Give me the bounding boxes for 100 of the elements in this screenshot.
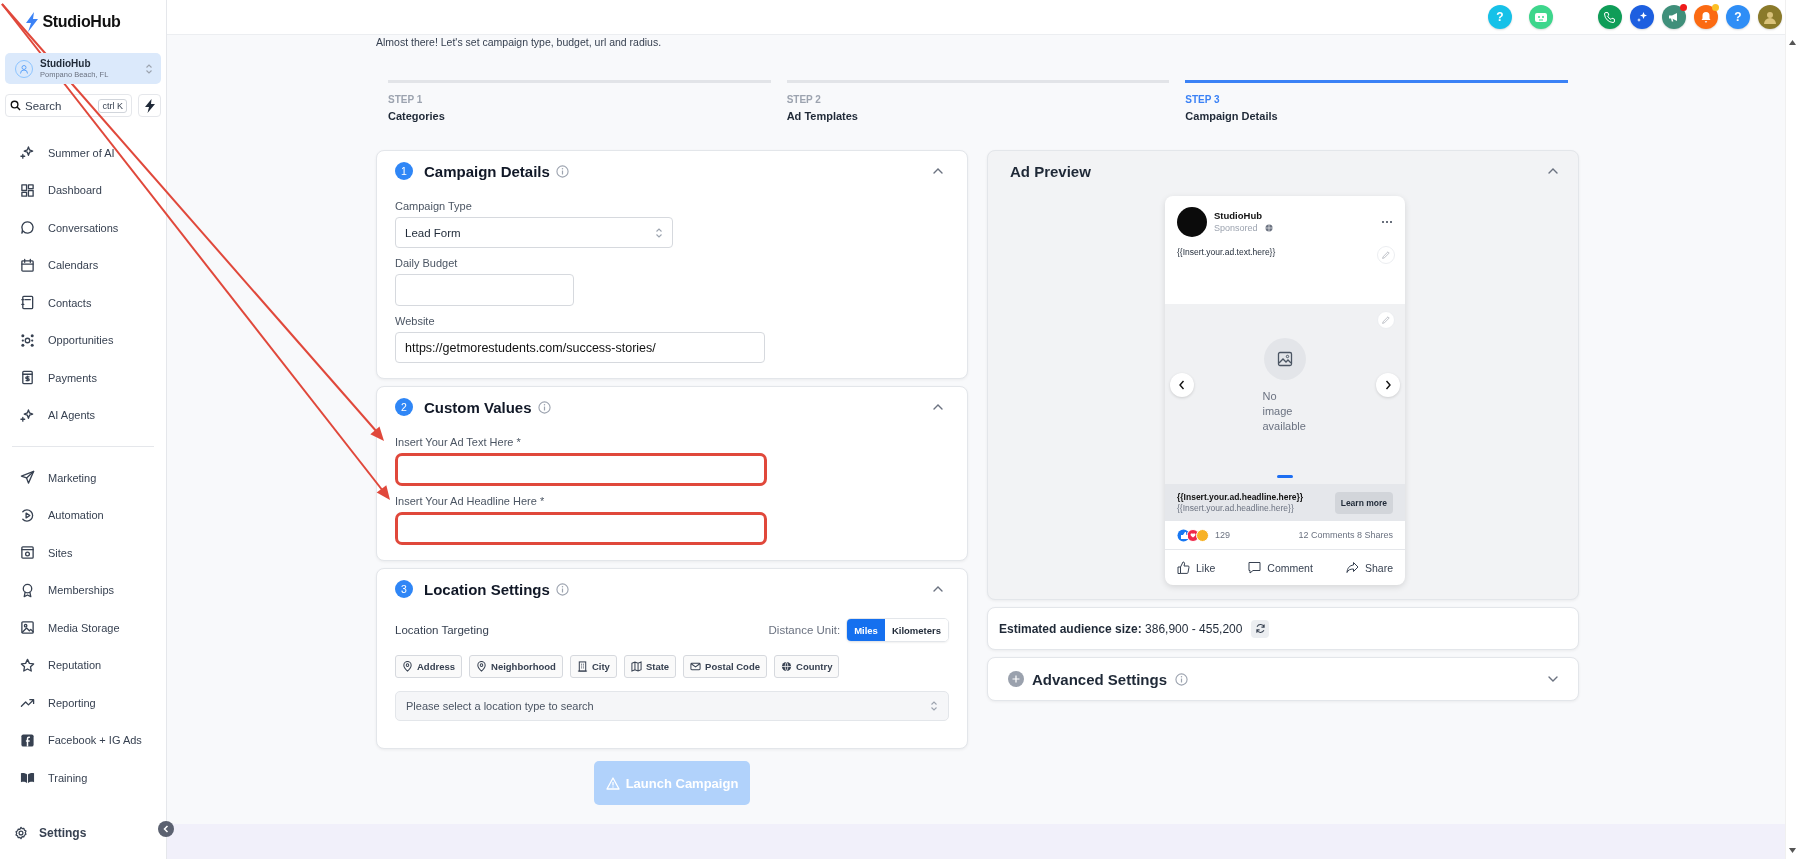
panel-title: Ad Preview (1010, 162, 1092, 180)
sort-arrows-icon (930, 700, 938, 712)
sidebar-item[interactable]: Summer of AI (0, 134, 166, 172)
section-title: Location Settings (424, 580, 550, 598)
carousel-indicator (1277, 475, 1293, 478)
sidebar-item[interactable]: Media Storage (0, 609, 166, 647)
info-icon (537, 400, 551, 414)
select-field[interactable]: Lead Form (395, 217, 673, 248)
more-icon[interactable] (1381, 220, 1393, 224)
sidebar-item[interactable]: AI Agents (0, 396, 166, 434)
input-field[interactable]: https://getmorestudents.com/success-stories/ (395, 332, 765, 363)
profile-avatar[interactable] (1758, 5, 1782, 29)
play-circle-icon (20, 507, 35, 523)
sidebar-item[interactable]: Calendars (0, 246, 166, 284)
input-field[interactable] (395, 512, 767, 545)
pencil-icon (1382, 251, 1390, 259)
sidebar-item[interactable]: Contacts (0, 284, 166, 322)
ad-text: {{Insert.your.ad.text.here}} (1177, 247, 1276, 257)
step-number: STEP 1 (388, 94, 424, 106)
logo-text: StudioHub (42, 13, 121, 31)
sidebar-item[interactable]: Training (0, 759, 166, 797)
ai-button[interactable] (1630, 5, 1654, 29)
settings-item[interactable]: Settings (0, 813, 166, 853)
info-icon (555, 582, 569, 596)
sponsored-label: Sponsored (1214, 222, 1258, 234)
ad-description: {{Insert.your.ad.headline.here}} (1177, 502, 1295, 514)
thumbs-up-icon (1177, 561, 1190, 574)
post-action-button[interactable]: Comment (1248, 561, 1313, 574)
announcements-button[interactable] (1662, 5, 1686, 29)
location-type-button[interactable]: Address (395, 655, 462, 678)
chevron-left-icon (162, 825, 170, 833)
sidebar-item[interactable]: Dashboard (0, 171, 166, 209)
grid-icon (20, 182, 35, 198)
location-type-button[interactable]: Postal Code (683, 655, 767, 678)
sidebar-item[interactable]: Reporting (0, 684, 166, 722)
collapse-sidebar-button[interactable] (158, 821, 174, 837)
scroll-down-icon (1788, 848, 1796, 853)
sparkle-icon (1636, 11, 1648, 23)
avatar-icon (1762, 9, 1778, 25)
address-book-icon (20, 295, 35, 311)
bolt-logo-icon (25, 12, 40, 32)
next-button[interactable] (1376, 373, 1400, 397)
previous-button[interactable] (1170, 373, 1194, 397)
location-type-button[interactable]: State (623, 655, 677, 678)
sidebar-item[interactable]: Automation (0, 496, 166, 534)
sort-arrows-icon (655, 226, 663, 239)
quick-action-button[interactable] (138, 94, 161, 117)
section-title: Advanced Settings (1032, 670, 1168, 688)
phone-icon (1604, 11, 1616, 23)
input-field[interactable] (395, 453, 767, 486)
location-type-button[interactable]: Country (774, 655, 840, 678)
sidebar-item[interactable]: Memberships (0, 571, 166, 609)
search-icon (10, 100, 21, 111)
scroll-up-icon (1788, 40, 1796, 45)
chevron-right-icon (1384, 380, 1392, 390)
lightning-icon (144, 98, 155, 113)
notifications-button[interactable] (1694, 5, 1718, 29)
pin-icon (402, 661, 413, 672)
location-type-button[interactable]: City (569, 655, 617, 678)
sidebar-item[interactable]: Opportunities (0, 321, 166, 359)
location-type-button[interactable]: Neighborhood (469, 655, 563, 678)
user-icon (19, 63, 29, 74)
sidebar-item[interactable]: Sites (0, 534, 166, 572)
field-label: Insert Your Ad Headline Here * (395, 494, 546, 508)
receipt-icon (20, 370, 35, 386)
search-field[interactable]: Search ctrl K (5, 94, 132, 117)
post-action-button[interactable]: Like (1177, 561, 1216, 574)
megaphone-icon (1668, 11, 1680, 23)
sidebar-item[interactable]: Facebook + IG Ads (0, 721, 166, 759)
building-icon (576, 661, 588, 672)
step-number: STEP 3 (1185, 94, 1221, 106)
sidebar-item[interactable]: Conversations (0, 209, 166, 247)
field-label: Daily Budget (395, 256, 459, 270)
sort-arrows-icon (145, 62, 153, 75)
share-icon (1345, 561, 1359, 574)
sidebar-item[interactable]: Reputation (0, 646, 166, 684)
location-search-select[interactable]: Please select a location type to search (395, 691, 949, 721)
comment-icon (1248, 561, 1262, 574)
post-action-button[interactable]: Share (1345, 561, 1393, 574)
sidebar-item[interactable]: Marketing (0, 459, 166, 497)
star-icon (20, 657, 35, 673)
no-image-text: No image available (1262, 389, 1307, 434)
unit-option[interactable]: Kilometers (884, 619, 948, 641)
image-icon (1277, 351, 1293, 367)
sparkle-icon (20, 407, 35, 423)
plus-circle-icon (1008, 671, 1024, 687)
refresh-button[interactable] (1251, 619, 1270, 638)
globe-icon (781, 661, 792, 672)
audience-size-text: Estimated audience size: 386,900 - 455,200 (999, 621, 1243, 636)
f-square-icon (20, 732, 35, 748)
sidebar-item[interactable]: Payments (0, 359, 166, 397)
section-title: Custom Values (424, 398, 532, 416)
page-avatar (1177, 207, 1207, 237)
step-title[interactable]: Campaign Details (1185, 109, 1568, 123)
step-title[interactable]: Categories (388, 109, 771, 123)
learn-more-button[interactable]: Learn more (1334, 491, 1393, 514)
field-label: Campaign Type (395, 199, 473, 213)
phone-button[interactable] (1598, 5, 1622, 29)
step-title[interactable]: Ad Templates (786, 109, 1170, 123)
unit-option[interactable]: Miles (847, 619, 885, 641)
